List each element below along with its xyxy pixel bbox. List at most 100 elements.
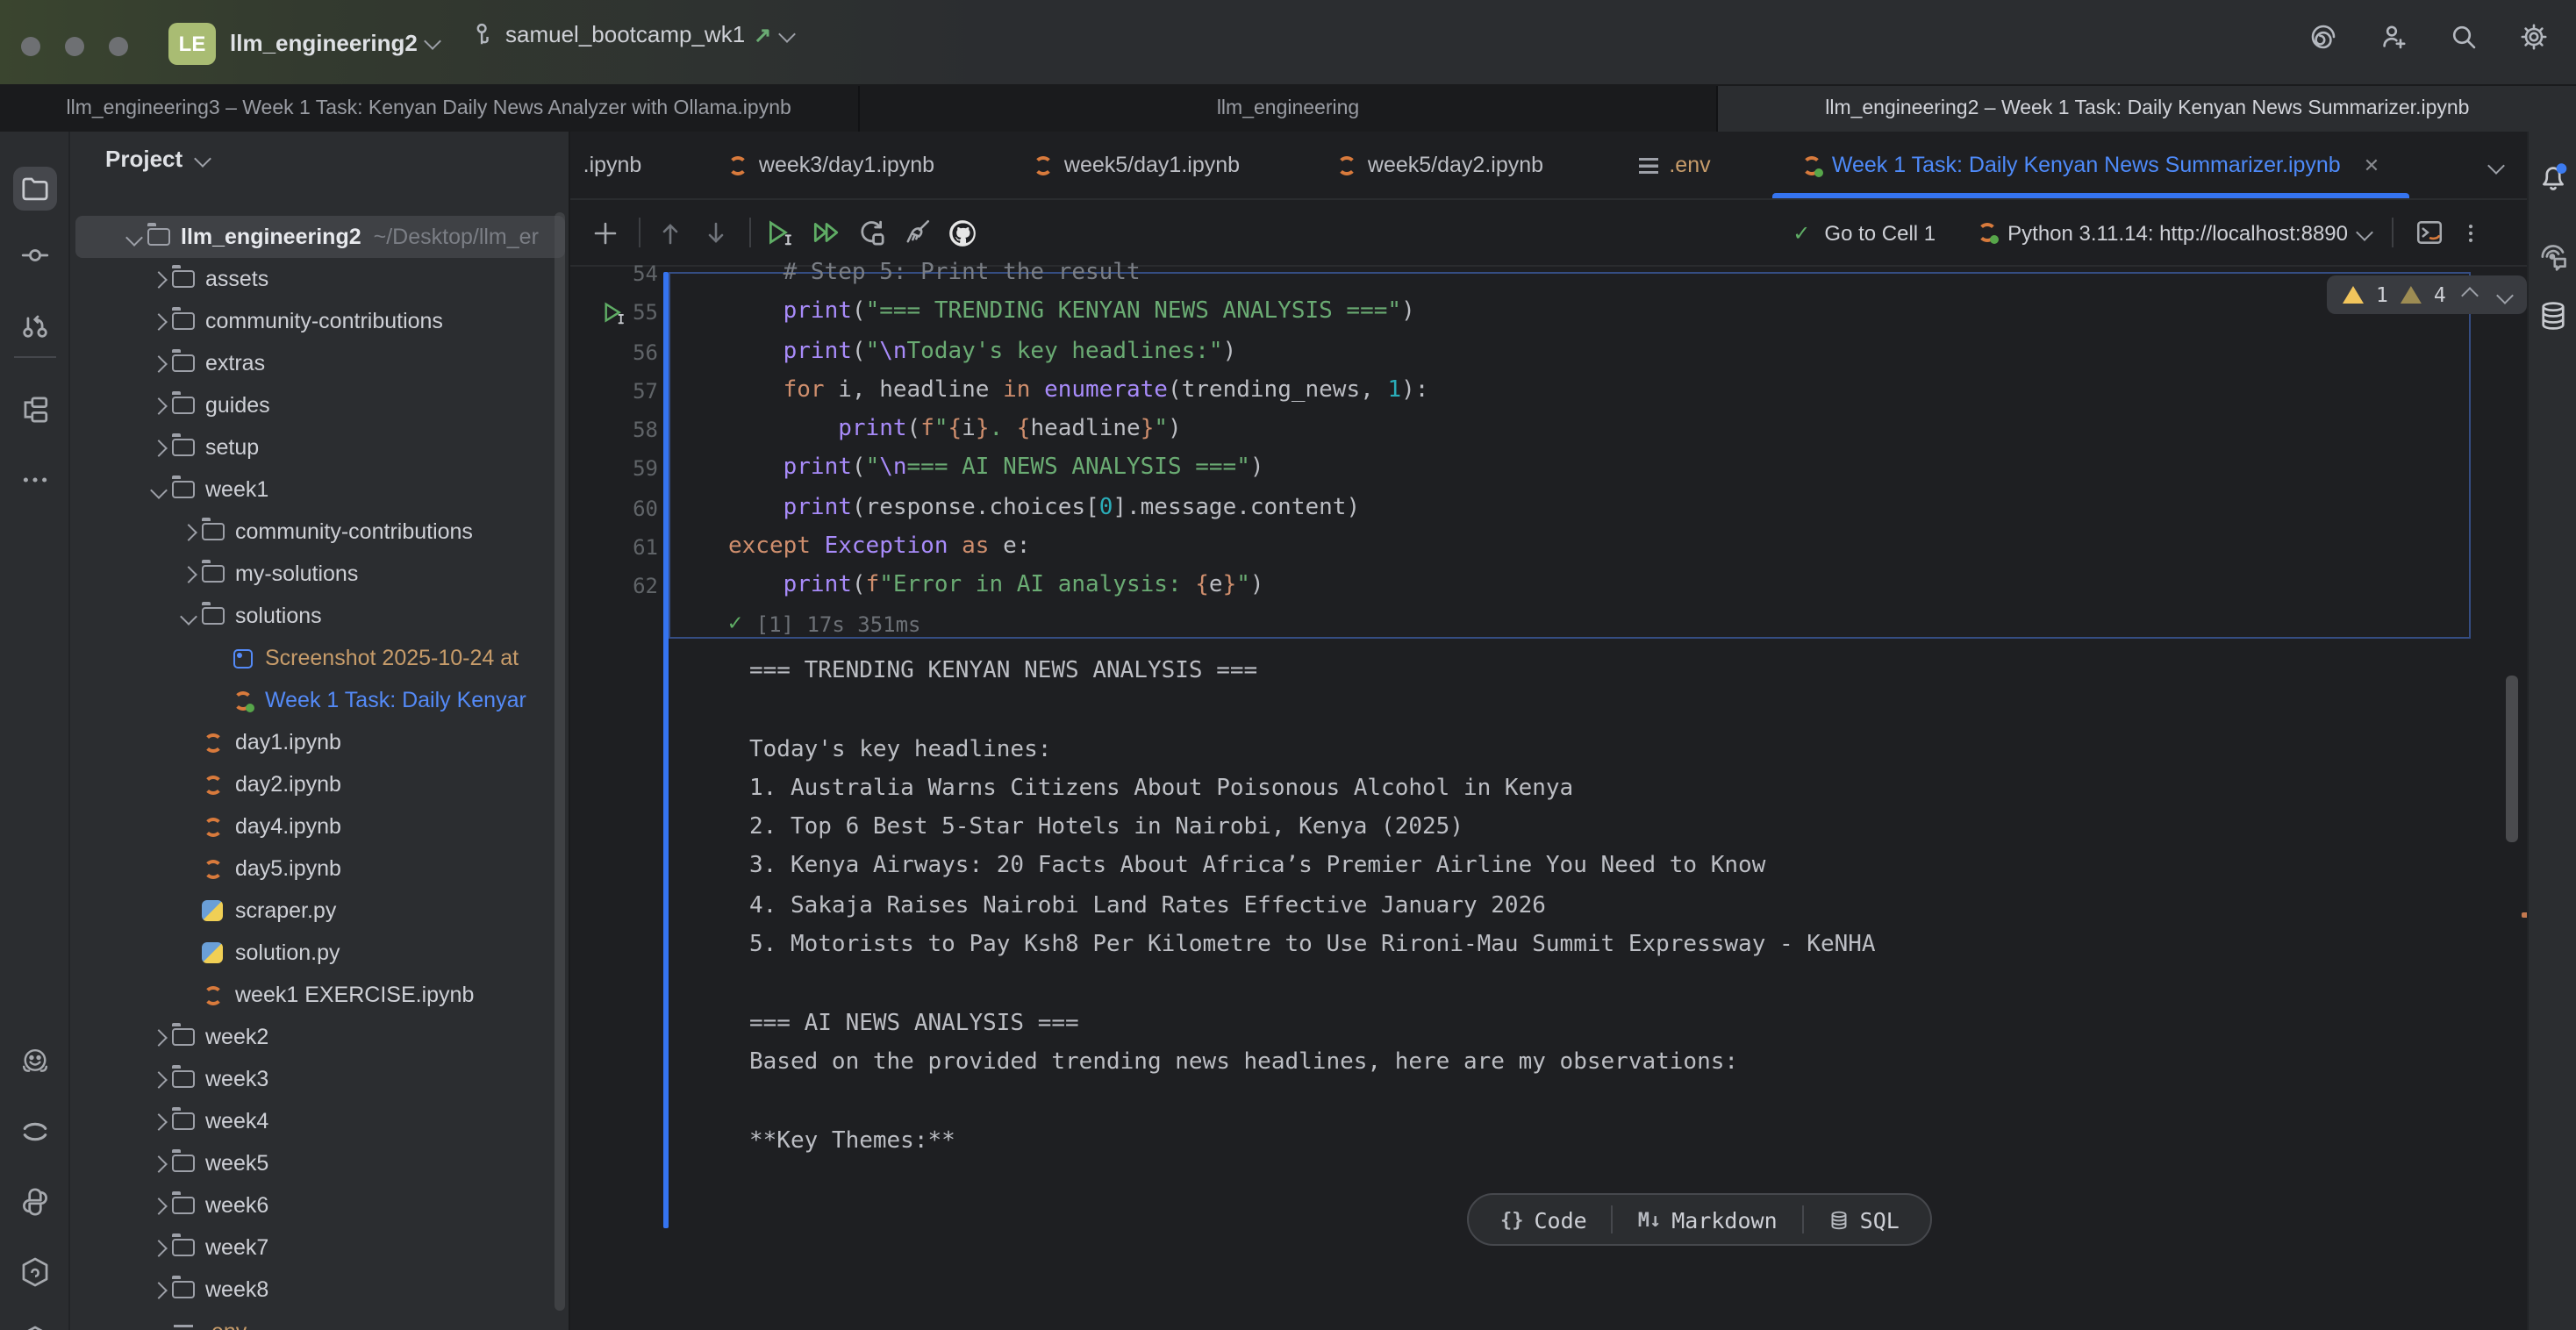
tree-item-week3[interactable]: week3 [70,1058,570,1100]
project-switcher[interactable]: llm_engineering2 [230,30,418,56]
tree-item-assets[interactable]: assets [70,258,570,300]
run-all-icon[interactable] [811,218,841,247]
jupyter-icon[interactable] [18,1116,50,1148]
tree-item-solution-py[interactable]: solution.py [70,932,570,974]
chevron-right-icon[interactable] [149,397,167,414]
tree-item-week1[interactable]: week1 [70,468,570,511]
code-line[interactable]: print("=== TRENDING KENYAN NEWS ANALYSIS… [728,294,1428,333]
code-line[interactable]: print(response.choices[0].message.conten… [728,490,1428,529]
code-line[interactable]: except Exception as e: [728,528,1428,568]
editor-tab[interactable]: Week 1 Task: Daily Kenyan News Summarize… [1762,132,2420,198]
tree-item-day1-ipynb[interactable]: day1.ipynb [70,721,570,763]
code-line[interactable]: print("\n=== AI NEWS ANALYSIS ===") [728,450,1428,490]
editor-tab[interactable]: week3/day1.ipynb [693,132,970,198]
add-sql-cell-button[interactable]: SQL [1804,1195,1924,1244]
tree-item-day4-ipynb[interactable]: day4.ipynb [70,805,570,847]
tree-item-week4[interactable]: week4 [70,1100,570,1142]
window-controls[interactable] [21,37,128,56]
python-packages-icon[interactable] [18,1256,50,1288]
add-markdown-cell-button[interactable]: M↓Markdown [1614,1195,1802,1244]
chevron-right-icon[interactable] [149,439,167,456]
tree-item--env[interactable]: .env [70,1311,570,1330]
window-tab[interactable]: llm_engineering2 – Week 1 Task: Daily Ke… [1719,86,2576,132]
python-icon[interactable] [18,1186,50,1218]
ai-chat-icon[interactable] [2537,240,2568,272]
settings-gear-icon[interactable] [2520,23,2548,51]
hidden-tabs-chevron-icon[interactable] [2487,156,2505,174]
tree-item-week2[interactable]: week2 [70,1016,570,1058]
tree-scrollbar[interactable] [555,212,565,1311]
tree-item-llm-engineering2[interactable]: llm_engineering2~/Desktop/llm_er [75,216,565,258]
add-user-icon[interactable] [2379,23,2408,51]
run-cell-icon[interactable] [765,218,795,247]
editor-tab[interactable]: .env [1609,132,1741,198]
tree-item-day5-ipynb[interactable]: day5.ipynb [70,847,570,890]
chevron-down-icon[interactable] [2496,286,2514,304]
code-line[interactable]: for i, headline in enumerate(trending_ne… [728,372,1428,411]
tree-item-week8[interactable]: week8 [70,1269,570,1311]
tree-item-solutions[interactable]: solutions [70,595,570,637]
hugging-face-icon[interactable] [18,1046,50,1077]
more-icon[interactable] [19,465,49,495]
code-line[interactable]: print("\nToday's key headlines:") [728,332,1428,372]
code-line[interactable]: print(f"Error in AI analysis: {e}") [728,568,1428,607]
close-tab-icon[interactable]: ✕ [2364,154,2379,176]
kebab-menu-icon[interactable] [2458,218,2483,247]
chevron-down-icon[interactable] [194,150,211,168]
ai-assistant-icon[interactable] [2309,23,2337,51]
notifications-bell-icon[interactable] [2537,161,2568,193]
pull-requests-icon[interactable] [19,311,49,340]
chevron-right-icon[interactable] [149,1155,167,1172]
move-cell-up-icon[interactable] [655,218,684,247]
editor-tab[interactable]: week5/day2.ipynb [1302,132,1579,198]
chevron-right-icon[interactable] [149,1028,167,1046]
add-code-cell-button[interactable]: {}Code [1476,1195,1612,1244]
tree-item-week5[interactable]: week5 [70,1142,570,1184]
window-tab[interactable]: llm_engineering [859,86,1718,132]
tree-item-setup[interactable]: setup [70,426,570,468]
code-line[interactable]: # Step 5: Print the result [728,254,1428,294]
tree-item-community-contributions[interactable]: community-contributions [70,511,570,553]
tree-item-day2-ipynb[interactable]: day2.ipynb [70,763,570,805]
add-cell-icon[interactable] [590,218,619,247]
panel-title[interactable]: Project [105,146,182,172]
chevron-right-icon[interactable] [149,1070,167,1088]
kernel-selector[interactable]: Python 3.11.14: http://localhost:8890 [1978,220,2371,245]
jupyter-console-icon[interactable] [2415,218,2444,247]
move-cell-down-icon[interactable] [700,218,730,247]
chevron-down-icon[interactable] [149,481,167,498]
tree-item-week-1-task-daily-kenyar[interactable]: Week 1 Task: Daily Kenyar [70,679,570,721]
chevron-down-icon[interactable] [125,228,142,246]
chevron-right-icon[interactable] [149,1239,167,1256]
tree-item-community-contributions[interactable]: community-contributions [70,300,570,342]
editor-tab[interactable]: .ipynb [570,132,655,198]
chevron-right-icon[interactable] [179,565,197,583]
structure-icon[interactable] [19,395,49,425]
chevron-down-icon[interactable] [179,607,197,625]
branch-widget[interactable]: samuel_bootcamp_wk1 ↗ [470,21,792,47]
chevron-right-icon[interactable] [149,354,167,372]
window-tab[interactable]: llm_engineering3 – Week 1 Task: Kenyan D… [0,86,859,132]
editor-tab[interactable]: week5/day1.ipynb [998,132,1276,198]
tree-item-week6[interactable]: week6 [70,1184,570,1226]
tree-item-my-solutions[interactable]: my-solutions [70,553,570,595]
chevron-right-icon[interactable] [149,312,167,330]
run-line-icon[interactable] [602,300,628,326]
chevron-right-icon[interactable] [149,1281,167,1298]
services-icon[interactable] [18,1325,50,1330]
editor-scrollbar[interactable] [2506,676,2518,842]
database-icon[interactable] [2537,300,2568,332]
tree-item-scraper-py[interactable]: scraper.py [70,890,570,932]
restart-kernel-icon[interactable] [856,218,886,247]
clear-outputs-icon[interactable] [902,218,932,247]
tree-item-week7[interactable]: week7 [70,1226,570,1269]
chevron-right-icon[interactable] [179,523,197,540]
chevron-right-icon[interactable] [149,270,167,288]
tree-item-guides[interactable]: guides [70,384,570,426]
search-icon[interactable] [2450,23,2478,51]
commit-icon[interactable] [19,240,49,270]
code-line[interactable]: print(f"{i}. {headline}") [728,411,1428,450]
github-icon[interactable] [948,218,977,247]
go-to-cell[interactable]: ✓Go to Cell 1 [1792,220,1936,245]
chevron-right-icon[interactable] [149,1197,167,1214]
